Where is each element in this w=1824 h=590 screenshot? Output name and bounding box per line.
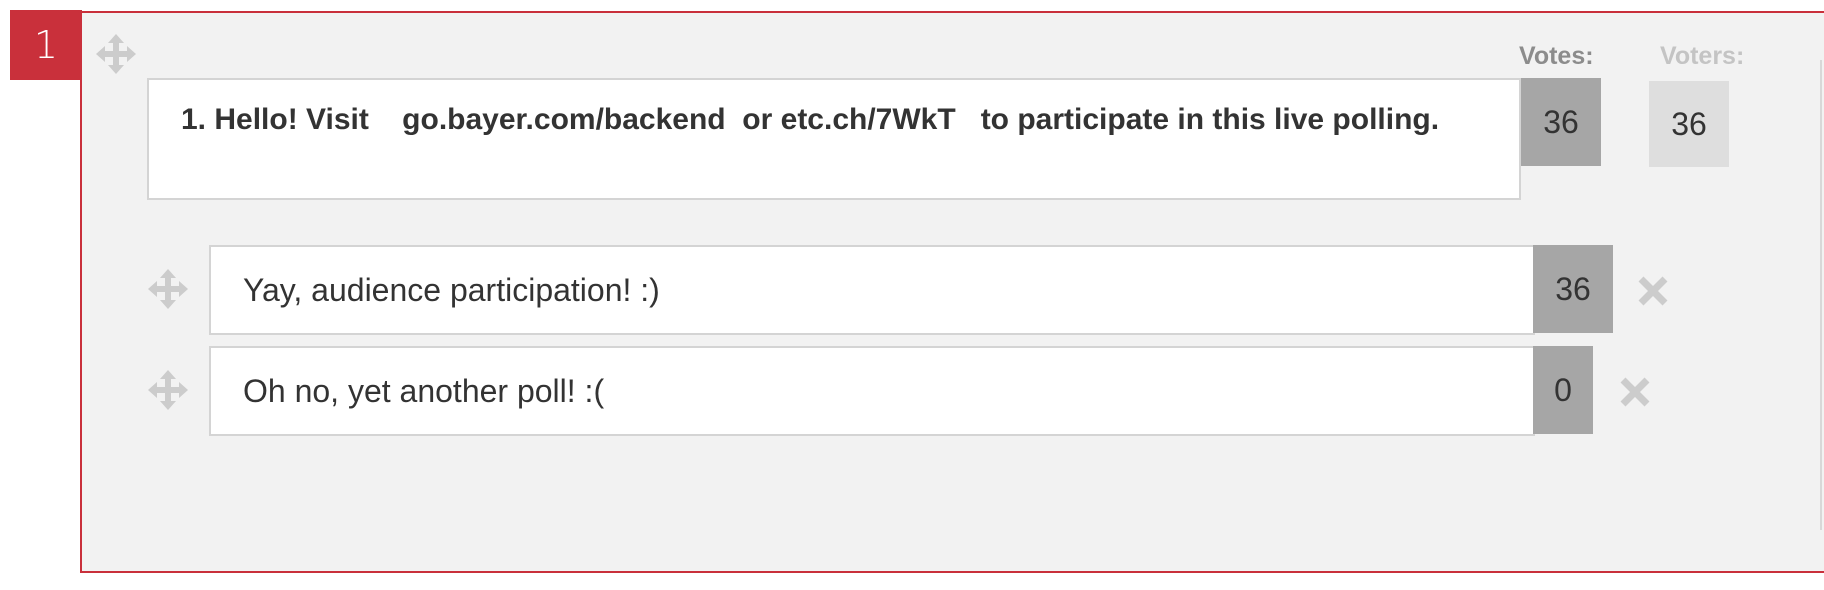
votes-count: 36 (1521, 78, 1601, 166)
voters-count: 36 (1649, 81, 1729, 167)
poll-question[interactable]: 1. Hello! Visit go.bayer.com/backend or … (147, 78, 1521, 200)
voters-label: Voters: (1660, 42, 1745, 70)
answer-votes-count: 36 (1533, 245, 1613, 333)
poll-number-badge: 1 (10, 10, 82, 80)
answer-option[interactable]: Oh no, yet another poll! :( (209, 346, 1535, 436)
votes-label: Votes: (1519, 42, 1594, 70)
divider (1820, 60, 1822, 530)
delete-icon[interactable] (1637, 275, 1669, 307)
move-icon[interactable] (94, 32, 138, 76)
answer-option[interactable]: Yay, audience participation! :) (209, 245, 1535, 335)
move-icon[interactable] (146, 267, 190, 311)
delete-icon[interactable] (1619, 376, 1651, 408)
move-icon[interactable] (146, 368, 190, 412)
answer-votes-count: 0 (1533, 346, 1593, 434)
